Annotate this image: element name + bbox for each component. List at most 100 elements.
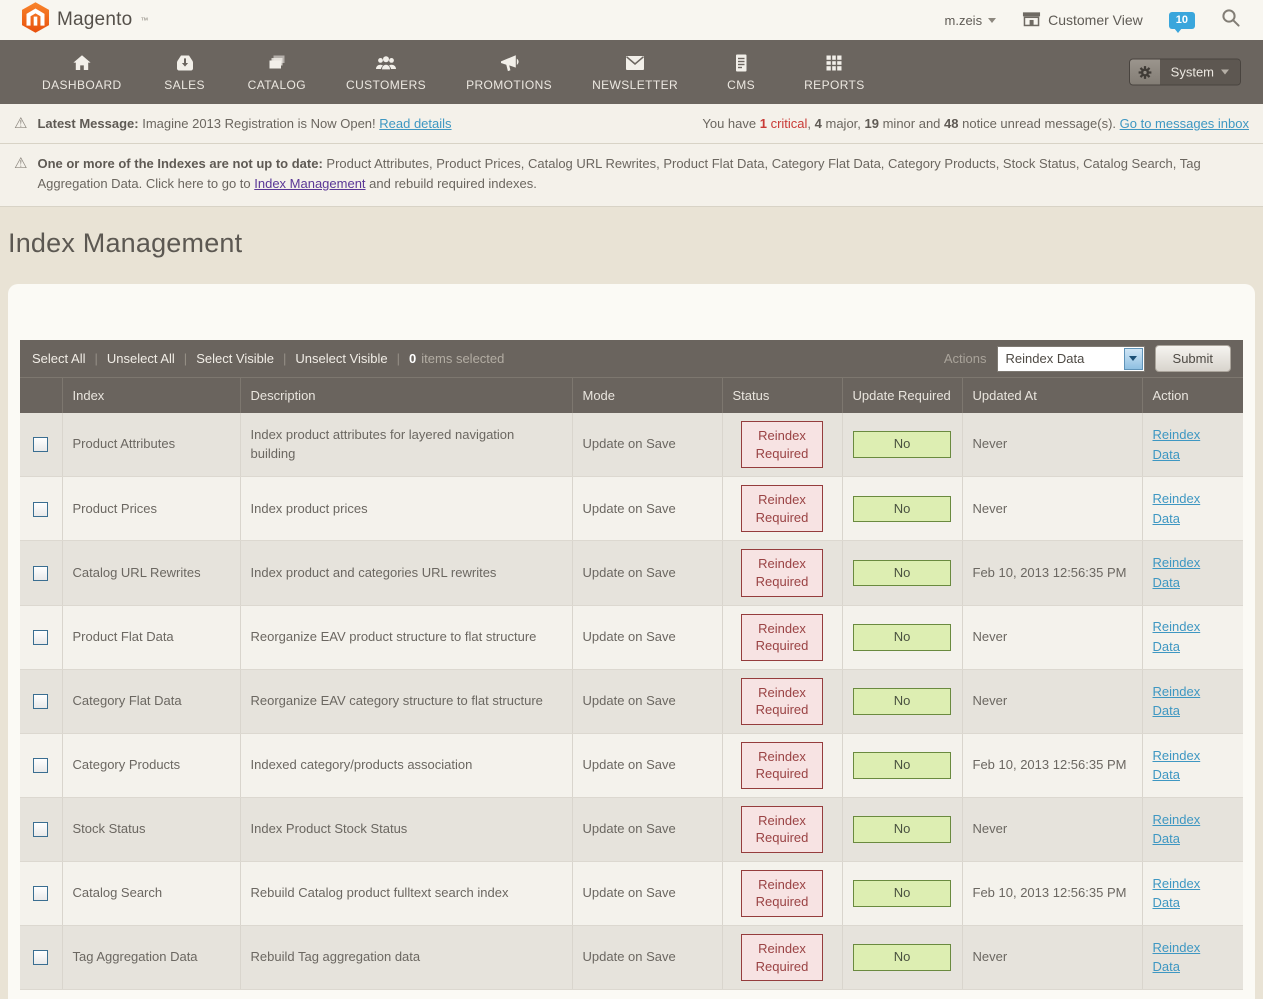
cell-mode: Update on Save — [572, 413, 722, 477]
cell-index: Category Flat Data — [62, 669, 240, 733]
cell-update-required: No — [842, 477, 962, 541]
selected-count: 0 — [409, 351, 416, 366]
nav-item-reports[interactable]: REPORTS — [784, 53, 885, 92]
cell-action: Reindex Data — [1142, 926, 1243, 990]
cell-updated-at: Feb 10, 2013 12:56:35 PM — [962, 861, 1142, 925]
cell-checkbox — [20, 605, 62, 669]
cell-update-required: No — [842, 413, 962, 477]
table-row: Product Flat Data Reorganize EAV product… — [20, 605, 1243, 669]
table-row: Catalog Search Rebuild Catalog product f… — [20, 861, 1243, 925]
table-row: Category Products Indexed category/produ… — [20, 733, 1243, 797]
reindex-data-link[interactable]: Reindex Data — [1153, 874, 1211, 913]
row-checkbox[interactable] — [33, 566, 48, 581]
customer-view-link[interactable]: Customer View — [1022, 11, 1143, 30]
nav-item-customers[interactable]: CUSTOMERS — [326, 53, 446, 92]
header-description: Description — [240, 378, 572, 414]
actions-select[interactable]: Reindex Data — [997, 346, 1145, 372]
cell-action: Reindex Data — [1142, 605, 1243, 669]
status-badge: Reindex Required — [741, 614, 823, 661]
cell-update-required: No — [842, 605, 962, 669]
row-checkbox[interactable] — [33, 694, 48, 709]
summary-text: You have — [702, 116, 759, 131]
main-nav: DASHBOARD SALES CATALOG CUSTOMERS PROMOT… — [0, 40, 1263, 104]
reindex-data-link[interactable]: Reindex Data — [1153, 682, 1211, 721]
cell-status: Reindex Required — [722, 926, 842, 990]
customer-view-label: Customer View — [1048, 12, 1143, 28]
cell-description: Index product prices — [240, 477, 572, 541]
row-checkbox[interactable] — [33, 886, 48, 901]
reindex-data-link[interactable]: Reindex Data — [1153, 938, 1211, 977]
nav-label: CMS — [727, 78, 755, 92]
row-checkbox[interactable] — [33, 822, 48, 837]
reports-icon — [824, 53, 844, 73]
nav-label: DASHBOARD — [42, 78, 122, 92]
cell-description: Index Product Stock Status — [240, 797, 572, 861]
status-badge: Reindex Required — [741, 742, 823, 789]
latest-message-bar: ⚠ Latest Message: Imagine 2013 Registrat… — [0, 104, 1263, 144]
reindex-data-link[interactable]: Reindex Data — [1153, 617, 1211, 656]
reindex-data-link[interactable]: Reindex Data — [1153, 810, 1211, 849]
content-panel: Select All| Unselect All| Select Visible… — [8, 284, 1255, 999]
cell-status: Reindex Required — [722, 413, 842, 477]
nav-item-promotions[interactable]: PROMOTIONS — [446, 53, 572, 92]
cell-status: Reindex Required — [722, 605, 842, 669]
nav-label: CUSTOMERS — [346, 78, 426, 92]
cell-description: Rebuild Catalog product fulltext search … — [240, 861, 572, 925]
reindex-data-link[interactable]: Reindex Data — [1153, 746, 1211, 785]
unselect-all-link[interactable]: Unselect All — [107, 351, 175, 366]
nav-item-cms[interactable]: CMS — [698, 53, 784, 92]
read-details-link[interactable]: Read details — [379, 116, 451, 131]
notifications-badge[interactable]: 10 — [1169, 12, 1195, 29]
reindex-data-link[interactable]: Reindex Data — [1153, 489, 1211, 528]
nav-label: NEWSLETTER — [592, 78, 678, 92]
chevron-down-icon — [1221, 70, 1229, 75]
messages-inbox-link[interactable]: Go to messages inbox — [1120, 116, 1249, 131]
status-badge: Reindex Required — [741, 678, 823, 725]
row-checkbox[interactable] — [33, 950, 48, 965]
status-badge: Reindex Required — [741, 485, 823, 532]
chevron-down-icon — [988, 18, 996, 23]
cms-icon — [731, 53, 751, 73]
table-row: Category Flat Data Reorganize EAV catego… — [20, 669, 1243, 733]
logo-trademark: ™ — [140, 16, 148, 25]
row-checkbox[interactable] — [33, 758, 48, 773]
cell-action: Reindex Data — [1142, 669, 1243, 733]
user-menu[interactable]: m.zeis — [945, 13, 997, 28]
unselect-visible-link[interactable]: Unselect Visible — [295, 351, 387, 366]
cell-description: Reorganize EAV product structure to flat… — [240, 605, 572, 669]
nav-item-catalog[interactable]: CATALOG — [228, 53, 326, 92]
actions-select-value: Reindex Data — [998, 351, 1123, 366]
table-header-row: Index Description Mode Status Update Req… — [20, 378, 1243, 414]
cell-index: Product Prices — [62, 477, 240, 541]
header-checkbox-cell — [20, 378, 62, 414]
select-visible-link[interactable]: Select Visible — [196, 351, 274, 366]
cell-action: Reindex Data — [1142, 477, 1243, 541]
cell-updated-at: Never — [962, 605, 1142, 669]
home-icon — [72, 53, 92, 73]
row-checkbox[interactable] — [33, 502, 48, 517]
critical-count: 1 — [760, 116, 767, 131]
select-all-link[interactable]: Select All — [32, 351, 85, 366]
nav-item-sales[interactable]: SALES — [142, 53, 228, 92]
cell-status: Reindex Required — [722, 733, 842, 797]
cell-action: Reindex Data — [1142, 541, 1243, 605]
cell-updated-at: Never — [962, 413, 1142, 477]
update-required-badge: No — [853, 624, 951, 651]
submit-button[interactable]: Submit — [1155, 345, 1231, 372]
system-menu-button[interactable]: System — [1129, 59, 1241, 86]
index-management-link[interactable]: Index Management — [254, 176, 365, 191]
nav-item-newsletter[interactable]: NEWSLETTER — [572, 53, 698, 92]
search-icon[interactable] — [1221, 8, 1241, 33]
cell-index: Product Flat Data — [62, 605, 240, 669]
reindex-data-link[interactable]: Reindex Data — [1153, 425, 1211, 464]
status-badge: Reindex Required — [741, 421, 823, 468]
table-row: Stock Status Index Product Stock Status … — [20, 797, 1243, 861]
critical-word: critical — [767, 116, 807, 131]
header-mode: Mode — [572, 378, 722, 414]
row-checkbox[interactable] — [33, 630, 48, 645]
cell-updated-at: Feb 10, 2013 12:56:35 PM — [962, 541, 1142, 605]
nav-item-dashboard[interactable]: DASHBOARD — [22, 53, 142, 92]
row-checkbox[interactable] — [33, 437, 48, 452]
header-update-required: Update Required — [842, 378, 962, 414]
reindex-data-link[interactable]: Reindex Data — [1153, 553, 1211, 592]
